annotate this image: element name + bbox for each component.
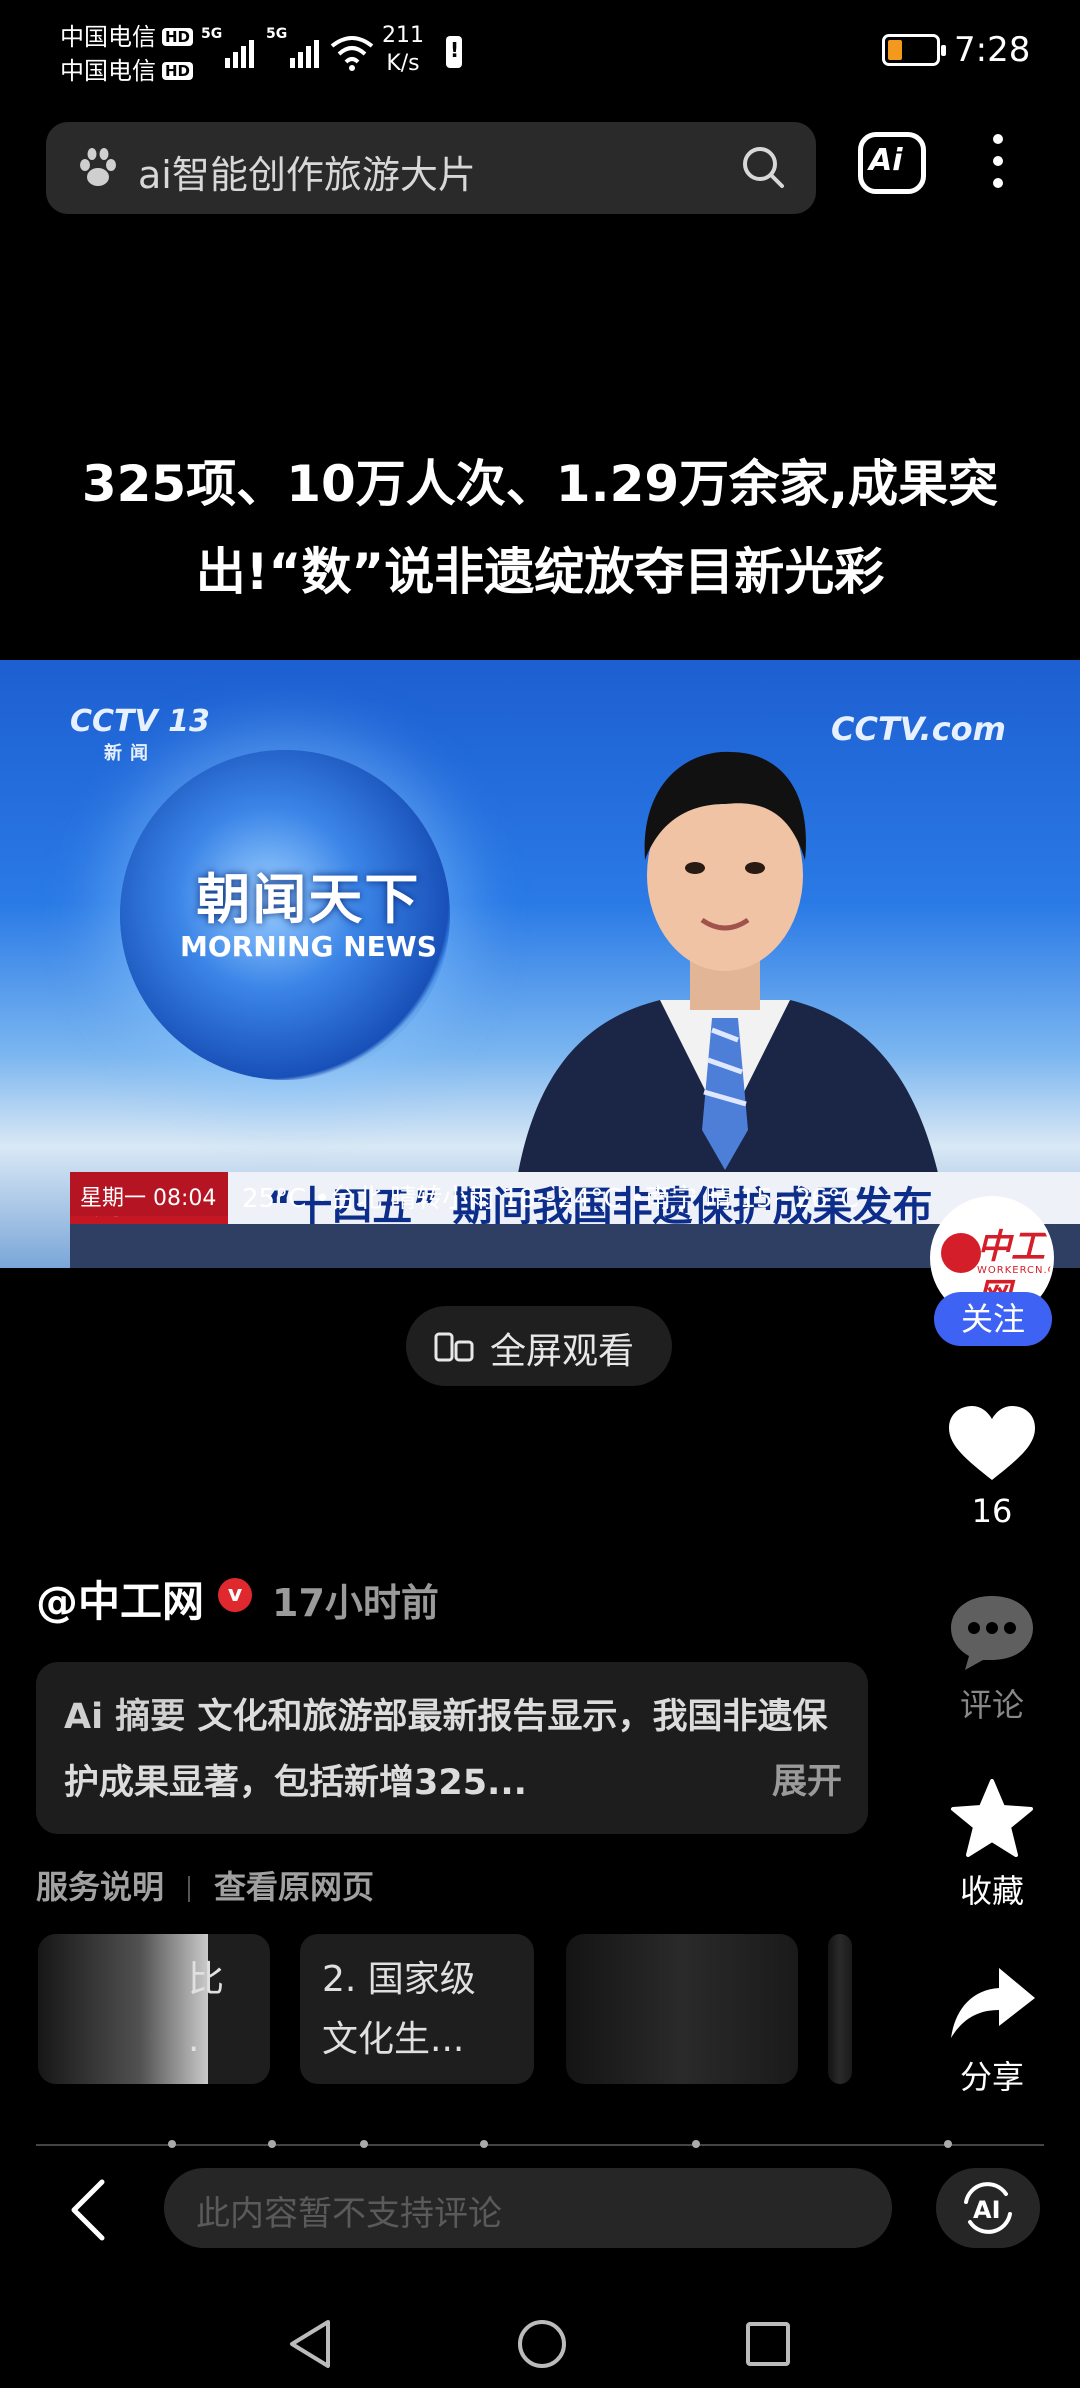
author-name[interactable]: @中工网 — [36, 1568, 204, 1629]
blurred-thumbnail — [38, 1934, 208, 2084]
workers-union-emblem-icon — [941, 1233, 981, 1273]
follow-button[interactable]: 关注 — [934, 1292, 1052, 1346]
back-chevron-icon[interactable] — [66, 2178, 110, 2242]
ticker-weather: 25°C •台北 晴转小雨 18~24°C •南宁 晴 15~26°C — [242, 1184, 859, 1214]
summary-links: 服务说明 查看原网页 — [36, 1862, 374, 1908]
like-count: 16 — [971, 1492, 1013, 1530]
home-circle-icon[interactable] — [514, 2316, 570, 2372]
card-text: 2. 国家级 文化生... — [322, 1950, 476, 2070]
favorite-button[interactable]: 收藏 — [930, 1778, 1054, 1912]
carrier-2: 中国电信 — [60, 57, 156, 85]
net-label-2: 5G — [266, 26, 288, 42]
show-logo: 朝闻天下 MORNING NEWS — [180, 855, 437, 963]
comment-input[interactable]: 此内容暂不支持评论 — [164, 2168, 892, 2248]
signal-icon: 5G — [201, 26, 254, 68]
divider — [188, 1876, 191, 1902]
cctv-channel-logo: CCTV 13 新闻 — [70, 704, 210, 765]
comment-label: 评论 — [959, 1686, 1024, 1724]
ai-assistant-button[interactable]: Ai — [858, 132, 926, 194]
signal-icon: 5G — [266, 26, 319, 68]
search-bar[interactable]: ai智能创作旅游大片 — [46, 122, 816, 214]
like-button[interactable]: 16 — [930, 1404, 1054, 1530]
notification-icon — [446, 36, 462, 68]
chapter-marker — [268, 2140, 276, 2148]
network-speed: 211 K/s — [382, 22, 424, 78]
recents-square-icon[interactable] — [744, 2316, 792, 2372]
comment-icon — [951, 1596, 1033, 1670]
carrier-1: 中国电信 — [60, 23, 156, 51]
share-label: 分享 — [959, 2058, 1024, 2096]
more-icon[interactable] — [990, 134, 1006, 196]
ticker-date: 星期一 08:04 — [70, 1172, 228, 1216]
video-progress-bar[interactable] — [36, 2140, 1044, 2148]
hd-icon: HD — [162, 62, 194, 80]
battery-icon — [882, 34, 946, 66]
expand-button[interactable]: 展开 — [759, 1752, 842, 1812]
card-text: 比 . — [188, 1950, 224, 2070]
clock: 7:28 — [954, 30, 1031, 70]
service-info-link[interactable]: 服务说明 — [36, 1868, 164, 1906]
star-icon — [951, 1779, 1033, 1857]
chapter-marker — [360, 2140, 368, 2148]
show-name-cn: 朝闻天下 — [196, 868, 421, 931]
heart-icon — [949, 1406, 1035, 1480]
hd-icon: HD — [162, 28, 194, 46]
fullscreen-button[interactable]: 全屏观看 — [406, 1306, 672, 1386]
net-label-1: 5G — [201, 26, 223, 42]
news-ticker: 朝闻天下 “十四五” 期间我国非遗保护成果发布 星期一 08:04 25°C •… — [70, 1172, 1080, 1268]
news-anchor-figure — [510, 751, 950, 1240]
related-card[interactable]: 比 . — [38, 1934, 270, 2084]
ai-chat-label: AI — [973, 2196, 1001, 2224]
related-card[interactable]: 2. 国家级 文化生... — [300, 1934, 534, 2084]
card-line-1: 比 — [188, 1959, 225, 2000]
system-navigation-bar — [0, 2300, 1080, 2388]
ai-assistant-label: Ai — [869, 143, 903, 178]
status-bar: 中国电信HD 中国电信HD 5G 5G 211 K/s 1 7:28 — [0, 0, 1080, 110]
chapter-marker — [944, 2140, 952, 2148]
video-player[interactable]: CCTV 13 新闻 CCTV.com 朝闻天下 MORNING NEWS 朝闻… — [0, 660, 1080, 1268]
related-card[interactable] — [566, 1934, 798, 2084]
fullscreen-label: 全屏观看 — [490, 1331, 635, 1372]
card-line-1: 2. 国家级 — [322, 1959, 476, 2000]
cctv-channel-name: CCTV 13 — [70, 704, 210, 739]
comment-button[interactable]: 评论 — [930, 1592, 1054, 1726]
chapter-marker — [480, 2140, 488, 2148]
related-card[interactable] — [828, 1934, 852, 2084]
chapter-marker — [168, 2140, 176, 2148]
speed-value: 211 — [382, 23, 424, 48]
avatar-sub: WORKERCN.CN — [977, 1265, 1051, 1276]
card-line-2: . — [188, 2019, 200, 2060]
ai-summary[interactable]: Ai 摘要 文化和旅游部最新报告显示，我国非遗保护成果显著，包括新增325...… — [36, 1662, 868, 1834]
fullscreen-rotate-icon — [434, 1332, 474, 1362]
view-original-link[interactable]: 查看原网页 — [214, 1868, 374, 1906]
post-time: 17小时前 — [272, 1581, 439, 1625]
search-icon[interactable] — [740, 144, 786, 190]
ai-chat-icon: AI — [964, 2182, 1012, 2234]
verified-badge-icon: v — [218, 1578, 252, 1612]
ai-chat-button[interactable]: AI — [936, 2168, 1040, 2248]
share-button[interactable]: 分享 — [930, 1964, 1054, 2098]
card-line-2: 文化生... — [322, 2019, 465, 2060]
article-title: 325项、10万人次、1.29万余家,成果突出!“数”说非遗绽放夺目新光彩 — [81, 455, 999, 601]
carrier-info: 中国电信 HD 中国电信 HD — [60, 20, 194, 88]
search-query[interactable]: ai智能创作旅游大片 — [138, 144, 476, 199]
wifi-icon — [330, 36, 374, 71]
speed-unit: K/s — [386, 51, 420, 76]
favorite-label: 收藏 — [959, 1872, 1024, 1910]
share-arrow-icon — [951, 1968, 1035, 2038]
ai-summary-tag: Ai 摘要 — [64, 1697, 186, 1737]
chapter-marker — [692, 2140, 700, 2148]
show-name-en: MORNING NEWS — [180, 930, 437, 963]
cctv-channel-sub: 新闻 — [104, 743, 156, 764]
baidu-paw-icon — [80, 148, 116, 186]
back-triangle-icon[interactable] — [286, 2316, 334, 2372]
